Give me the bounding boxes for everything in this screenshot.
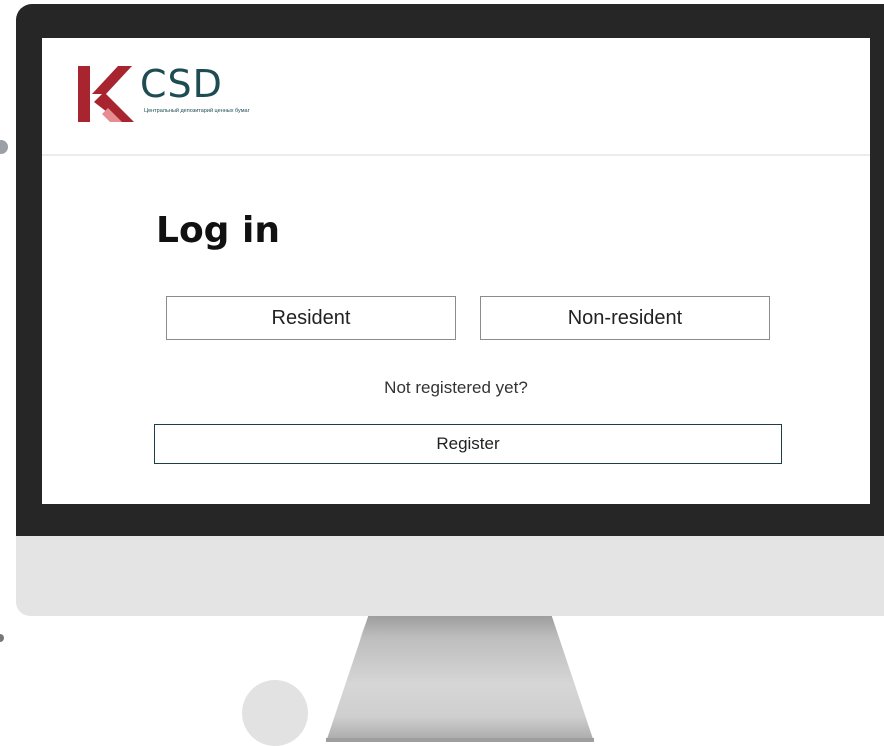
csd-logo-wordmark: CSD bbox=[140, 62, 223, 106]
page-title: Log in bbox=[156, 210, 280, 251]
monitor-screen: CSD Центральный депозитарий ценных бумаг… bbox=[42, 38, 870, 504]
monitor-stand bbox=[326, 614, 594, 742]
monitor-stand-base bbox=[326, 738, 594, 742]
csd-logo[interactable]: CSD Центральный депозитарий ценных бумаг bbox=[78, 62, 258, 126]
decor-circle bbox=[242, 680, 308, 746]
decor-dot bbox=[0, 634, 4, 642]
csd-logo-subtitle: Центральный депозитарий ценных бумаг bbox=[144, 108, 250, 114]
non-resident-button[interactable]: Non-resident bbox=[480, 296, 770, 340]
register-button[interactable]: Register bbox=[154, 424, 782, 464]
resident-button[interactable]: Resident bbox=[166, 296, 456, 340]
csd-logo-mark-icon bbox=[78, 66, 134, 122]
site-header: CSD Центральный депозитарий ценных бумаг bbox=[42, 38, 870, 156]
monitor-chin bbox=[16, 534, 884, 616]
decor-dot bbox=[0, 140, 8, 154]
not-registered-text: Not registered yet? bbox=[384, 378, 528, 397]
